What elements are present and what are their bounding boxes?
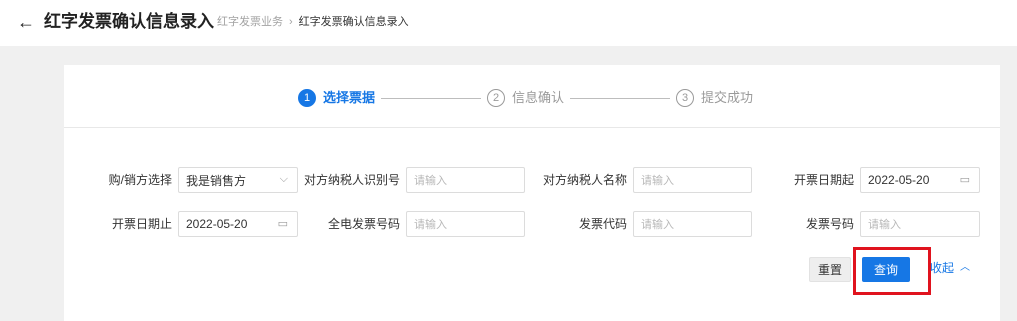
collapse-label: 收起 xyxy=(930,261,955,275)
counterparty-name-label: 对方纳税人名称 xyxy=(542,173,627,187)
calendar-icon: ▭ xyxy=(277,218,288,230)
step-label: 选择票据 xyxy=(323,90,376,105)
steps-bar: 1 选择票据 2 信息确认 3 提交成功 xyxy=(64,65,1000,128)
step-label: 提交成功 xyxy=(701,90,754,105)
invoice-no-label: 发票号码 xyxy=(805,217,854,231)
invoice-code-label: 发票代码 xyxy=(578,217,627,231)
step-select-invoice: 1 选择票据 xyxy=(298,89,375,107)
issue-date-start-label: 开票日期起 xyxy=(793,173,854,187)
breadcrumb-current: 红字发票确认信息录入 xyxy=(298,16,409,28)
step-number-badge: 2 xyxy=(487,89,505,107)
step-confirm-info: 2 信息确认 xyxy=(487,89,564,107)
full-e-invoice-no-input[interactable]: 请输入 xyxy=(406,211,525,237)
calendar-icon: ▭ xyxy=(959,174,970,186)
breadcrumb: 红字发票业务 › 红字发票确认信息录入 xyxy=(217,16,409,29)
step-number-badge: 1 xyxy=(298,89,316,107)
invoice-code-input[interactable]: 请输入 xyxy=(633,211,752,237)
counterparty-tax-id-label: 对方纳税人识别号 xyxy=(303,173,400,187)
full-e-invoice-no-label: 全电发票号码 xyxy=(327,217,400,231)
input-placeholder: 请输入 xyxy=(641,219,674,231)
counterparty-tax-id-input[interactable]: 请输入 xyxy=(406,167,525,193)
issue-date-start-value: 2022-05-20 xyxy=(868,173,930,187)
buyer-seller-label: 购/销方选择 xyxy=(108,173,172,187)
issue-date-end-value: 2022-05-20 xyxy=(186,217,248,231)
chevron-up-icon: ︿ xyxy=(960,262,971,273)
step-connector xyxy=(570,98,670,99)
step-label: 信息确认 xyxy=(512,90,565,105)
page-title: 红字发票确认信息录入 xyxy=(44,12,214,31)
breadcrumb-link-red-invoice[interactable]: 红字发票业务 xyxy=(217,16,283,29)
step-connector xyxy=(381,98,481,99)
step-submit-success: 3 提交成功 xyxy=(676,89,753,107)
collapse-toggle[interactable]: 收起 ︿ xyxy=(930,261,970,275)
main-card: 1 选择票据 2 信息确认 3 提交成功 购/销方选择 我是销售方 ⌵ 对方纳税… xyxy=(64,65,1000,321)
input-placeholder: 请输入 xyxy=(414,175,447,187)
buyer-seller-value: 我是销售方 xyxy=(186,173,247,188)
input-placeholder: 请输入 xyxy=(641,175,674,187)
issue-date-start-picker[interactable]: 2022-05-20 ▭ xyxy=(860,167,980,193)
step-number-badge: 3 xyxy=(676,89,694,107)
issue-date-end-label: 开票日期止 xyxy=(111,217,172,231)
query-button-highlight xyxy=(853,247,931,295)
counterparty-name-input[interactable]: 请输入 xyxy=(633,167,752,193)
invoice-no-input[interactable]: 请输入 xyxy=(860,211,980,237)
reset-button[interactable]: 重置 xyxy=(809,257,851,282)
buyer-seller-select[interactable]: 我是销售方 ⌵ xyxy=(178,167,298,193)
chevron-down-icon: ⌵ xyxy=(279,173,288,185)
top-bar: ← 红字发票确认信息录入 红字发票业务 › 红字发票确认信息录入 xyxy=(0,0,1017,46)
input-placeholder: 请输入 xyxy=(414,219,447,231)
breadcrumb-separator-icon: › xyxy=(289,16,293,28)
issue-date-end-picker[interactable]: 2022-05-20 ▭ xyxy=(178,211,298,237)
input-placeholder: 请输入 xyxy=(868,219,901,231)
back-arrow-icon[interactable]: ← xyxy=(17,13,35,31)
